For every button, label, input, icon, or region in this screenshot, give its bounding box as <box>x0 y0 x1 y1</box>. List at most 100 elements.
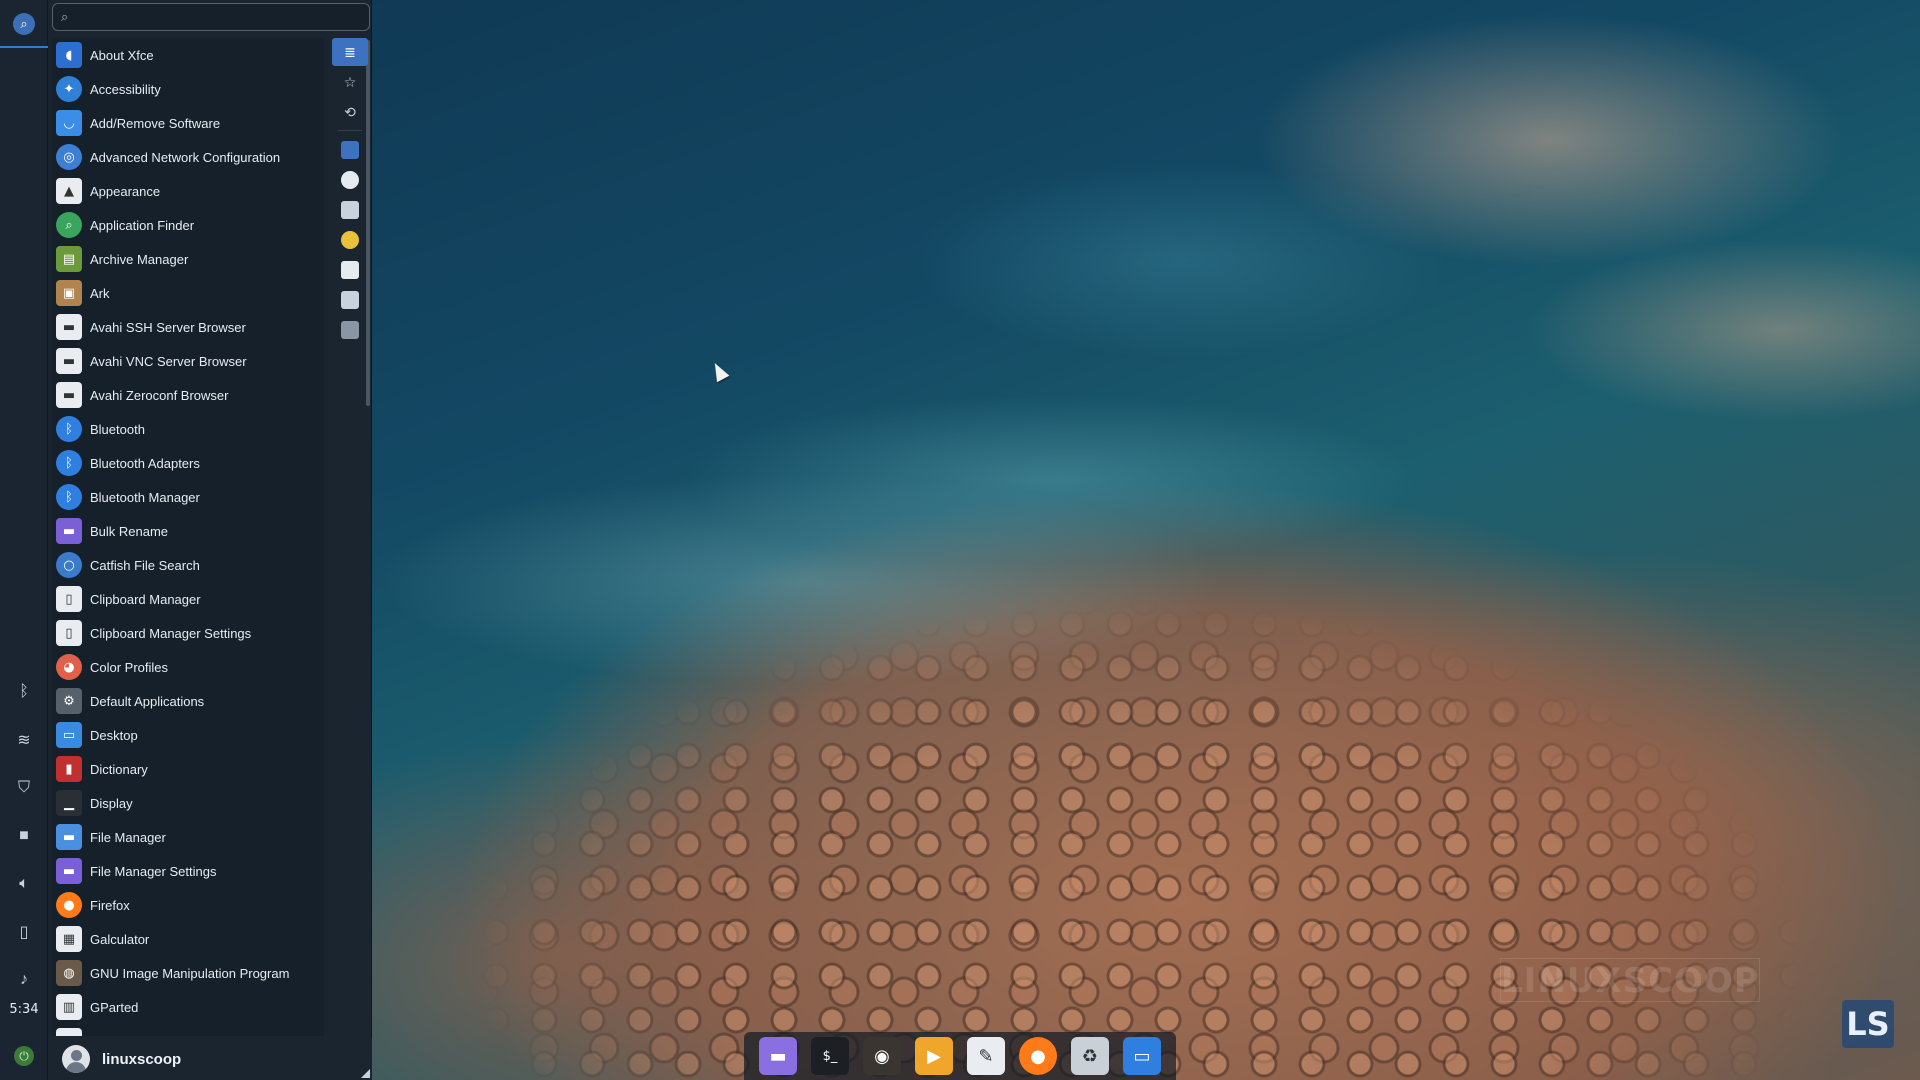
app-item-label: Dictionary <box>90 761 148 777</box>
app-item[interactable]: ◍ GNU Image Manipulation Program <box>52 956 324 990</box>
app-item-label: Firefox <box>90 897 130 913</box>
app-item-label: Bulk Rename <box>90 523 169 539</box>
gparted-icon: ▥ <box>56 994 82 1020</box>
wifi-icon[interactable]: ≋ <box>8 724 40 756</box>
show-desktop-icon[interactable]: ▭ <box>1123 1037 1161 1075</box>
watermark-text: LINUXSCOOP <box>1500 958 1760 1002</box>
multimedia-icon <box>341 231 359 249</box>
app-item[interactable]: ▦ Galculator <box>52 922 324 956</box>
category-accessories[interactable] <box>332 136 368 164</box>
app-item[interactable]: ▤ Archive Manager <box>52 242 324 276</box>
category-graphics[interactable] <box>332 286 368 314</box>
media-player-icon[interactable]: ▶ <box>915 1037 953 1075</box>
app-item[interactable]: ᛒ Bluetooth Adapters <box>52 446 324 480</box>
category-development[interactable] <box>332 166 368 194</box>
panel-clock[interactable]: 5:34 <box>0 1002 48 1017</box>
firefox-icon[interactable]: ● <box>1019 1037 1057 1075</box>
category-favorites[interactable]: ☆ <box>332 68 368 96</box>
app-item[interactable]: ▢ Hardware Locality lstopo <box>52 1024 324 1036</box>
watermark-logo: LS <box>1842 1000 1894 1048</box>
app-item[interactable]: ▬ Avahi VNC Server Browser <box>52 344 324 378</box>
search-box[interactable]: ⌕ <box>52 3 370 31</box>
app-item[interactable]: ▮ Dictionary <box>52 752 324 786</box>
volume-icon[interactable]: 🔈︎ <box>8 868 40 900</box>
xfce-mouse-icon: ◖ <box>56 42 82 68</box>
category-multimedia[interactable] <box>332 226 368 254</box>
terminal-window-icon: ▬ <box>56 382 82 408</box>
app-item[interactable]: ✦ Accessibility <box>52 72 324 106</box>
user-avatar[interactable] <box>62 1045 90 1073</box>
internet-cloud-icon <box>341 201 359 219</box>
app-item[interactable]: ◎ Advanced Network Configuration <box>52 140 324 174</box>
whisker-menu-button[interactable]: ⌕ <box>8 8 40 40</box>
bluetooth-icon[interactable]: ᛒ <box>8 676 40 708</box>
app-item-label: Bluetooth <box>90 421 145 437</box>
app-item[interactable]: ◕ Color Profiles <box>52 650 324 684</box>
notification-bell-icon[interactable]: ♪ <box>8 964 40 996</box>
app-item-label: Default Applications <box>90 693 205 709</box>
category-all-applications[interactable]: ≣ <box>332 38 368 66</box>
app-item-label: Avahi VNC Server Browser <box>90 353 247 369</box>
bluetooth-icon: ᛒ <box>56 484 82 510</box>
dictionary-book-icon: ▮ <box>56 756 82 782</box>
app-item[interactable]: ▥ GParted <box>52 990 324 1024</box>
app-item[interactable]: ◖ About Xfce <box>52 38 324 72</box>
app-item-label: Bluetooth Manager <box>90 489 200 505</box>
app-item[interactable]: ○ Catfish File Search <box>52 548 324 582</box>
app-item[interactable]: ⌕ Application Finder <box>52 208 324 242</box>
shield-icon[interactable]: ⛉ <box>8 772 40 804</box>
application-list[interactable]: ◖ About Xfce ✦ Accessibility ◡ Add/Remove Sof… <box>52 38 324 1036</box>
app-item[interactable]: ● Firefox <box>52 888 324 922</box>
category-recently-used[interactable]: ⟲ <box>332 98 368 126</box>
dictionary-owl-icon[interactable]: ◉ <box>863 1037 901 1075</box>
app-finder-icon: ⌕ <box>56 212 82 238</box>
bluetooth-icon: ᛒ <box>56 416 82 442</box>
app-item[interactable]: ▲ Appearance <box>52 174 324 208</box>
app-item[interactable]: ▬ File Manager Settings <box>52 854 324 888</box>
app-item[interactable]: ▯ Clipboard Manager Settings <box>52 616 324 650</box>
app-item[interactable]: ᛒ Bluetooth <box>52 412 324 446</box>
battery-icon[interactable]: ▯ <box>8 916 40 948</box>
app-item[interactable]: ▬ Bulk Rename <box>52 514 324 548</box>
app-item[interactable]: ▁ Display <box>52 786 324 820</box>
app-item[interactable]: ▬ Avahi SSH Server Browser <box>52 310 324 344</box>
app-item-label: File Manager <box>90 829 166 845</box>
app-item-label: GParted <box>90 999 139 1015</box>
terminal-icon[interactable]: $_ <box>811 1037 849 1075</box>
menu-button-active-indicator <box>0 46 48 48</box>
camera-icon[interactable]: ■ <box>8 820 40 852</box>
display-icon: ▁ <box>56 790 82 816</box>
app-item[interactable]: ᛒ Bluetooth Manager <box>52 480 324 514</box>
session-power-icon[interactable]: ⏻ <box>14 1046 34 1066</box>
app-item[interactable]: ▣ Ark <box>52 276 324 310</box>
star-icon: ☆ <box>343 73 357 90</box>
app-item-label: Advanced Network Configuration <box>90 149 281 165</box>
software-bag-icon: ◡ <box>56 110 82 136</box>
firefox-icon: ● <box>56 892 82 918</box>
app-item[interactable]: ◡ Add/Remove Software <box>52 106 324 140</box>
category-system[interactable] <box>332 316 368 344</box>
app-item-label: About Xfce <box>90 47 154 63</box>
app-item[interactable]: ▭ Desktop <box>52 718 324 752</box>
app-item[interactable]: ⚙ Default Applications <box>52 684 324 718</box>
category-internet[interactable] <box>332 196 368 224</box>
text-editor-icon[interactable]: ✎ <box>967 1037 1005 1075</box>
app-item[interactable]: ▬ Avahi Zeroconf Browser <box>52 378 324 412</box>
menu-resize-grip[interactable] <box>361 1069 370 1078</box>
app-item-label: Desktop <box>90 727 138 743</box>
app-item-label: Avahi Zeroconf Browser <box>90 387 229 403</box>
system-icon <box>341 321 359 339</box>
clipboard-icon: ▯ <box>56 586 82 612</box>
category-office[interactable] <box>332 256 368 284</box>
app-item-label: Bluetooth Adapters <box>90 455 200 471</box>
app-item[interactable]: ▯ Clipboard Manager <box>52 582 324 616</box>
gear-icon: ⚙ <box>56 688 82 714</box>
app-item[interactable]: ▬ File Manager <box>52 820 324 854</box>
trash-icon[interactable]: ♻ <box>1071 1037 1109 1075</box>
files-folder-icon[interactable]: ▬ <box>759 1037 797 1075</box>
search-input[interactable] <box>81 5 369 29</box>
folder-icon: ▬ <box>56 518 82 544</box>
terminal-window-icon: ▬ <box>56 314 82 340</box>
network-globe-icon: ◎ <box>56 144 82 170</box>
office-icon <box>341 261 359 279</box>
